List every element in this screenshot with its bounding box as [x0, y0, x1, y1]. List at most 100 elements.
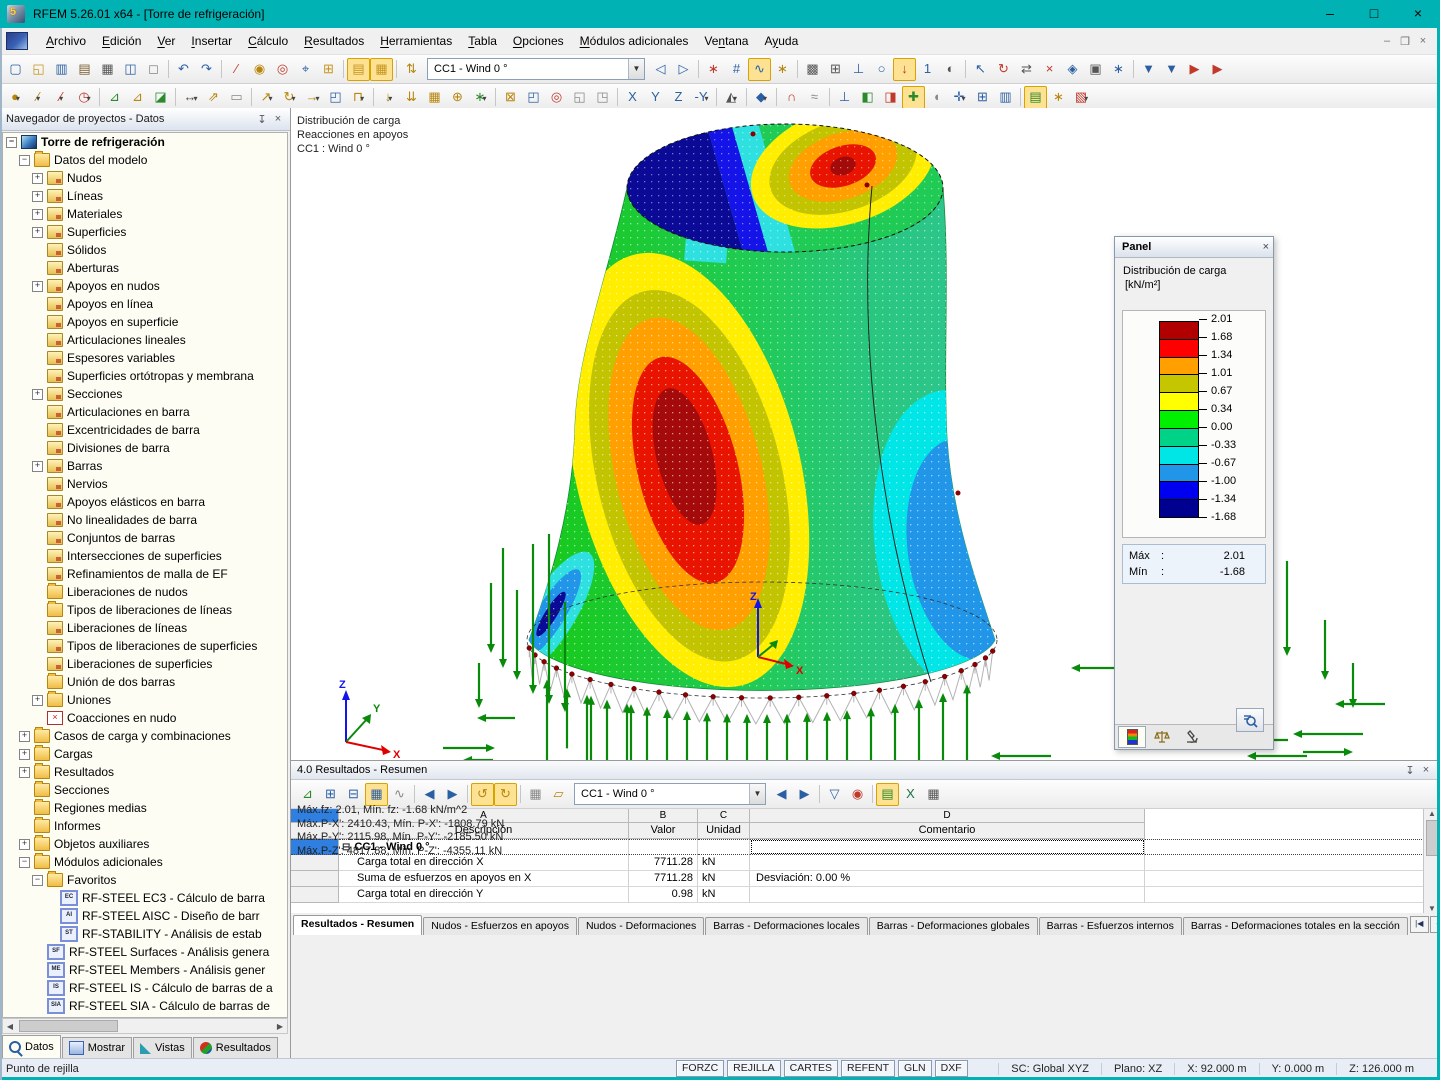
plane-colors-icon[interactable]: ◧ — [856, 86, 879, 109]
mesh-settings-icon[interactable]: ⊞ — [824, 58, 847, 81]
rendering-icon[interactable]: ◆▾ — [750, 86, 773, 109]
table-chart-icon[interactable]: ▦ — [365, 783, 388, 806]
tree-item[interactable]: Unión de dos barras — [3, 673, 287, 691]
expander-icon[interactable]: − — [32, 875, 43, 886]
expander-icon[interactable]: + — [19, 731, 30, 742]
expander-icon[interactable]: − — [19, 857, 30, 868]
tree-item[interactable]: Espesores variables — [3, 349, 287, 367]
view-z-icon[interactable]: Z — [667, 86, 690, 109]
status-toggle[interactable]: REFENT — [841, 1060, 895, 1077]
panel-tab-filter[interactable] — [1178, 726, 1206, 748]
tree-item[interactable]: + Resultados — [3, 763, 287, 781]
new-window-icon[interactable]: ⊞ — [317, 58, 340, 81]
tree-item[interactable]: Intersecciones de superficies — [3, 547, 287, 565]
status-toggle[interactable]: CARTES — [784, 1060, 838, 1077]
display-settings-icon[interactable]: ▣ — [1084, 58, 1107, 81]
zoom-out-icon[interactable]: ◎ — [545, 86, 568, 109]
tree-item[interactable]: Regiones medias — [3, 799, 287, 817]
tree-item[interactable]: + Superficies — [3, 223, 287, 241]
panel-tab-factors[interactable] — [1148, 726, 1176, 748]
tree-item[interactable]: SF RF-STEEL Surfaces - Análisis genera — [3, 943, 287, 961]
show-loads-icon[interactable]: ∗ — [702, 58, 725, 81]
expander-icon[interactable]: − — [6, 137, 17, 148]
view-y-icon[interactable]: Y — [644, 86, 667, 109]
scroll-down-icon[interactable]: ▼ — [1428, 904, 1436, 913]
jump-fwd-icon[interactable]: ↻ — [494, 783, 517, 806]
jump-back-icon[interactable]: ↺ — [471, 783, 494, 806]
menu-opciones[interactable]: Opciones — [505, 29, 572, 54]
menu-ver[interactable]: Ver — [149, 29, 183, 54]
next-loadcase-icon[interactable]: ▷ — [672, 58, 695, 81]
surface-new-icon[interactable]: ◪ — [149, 86, 172, 109]
scrollbar-thumb[interactable] — [19, 1020, 118, 1032]
table-layout-2-icon[interactable]: ▦ — [370, 58, 393, 81]
expander-icon[interactable]: + — [32, 227, 43, 238]
edit-line-icon[interactable]: ∕ — [225, 58, 248, 81]
table-tab[interactable]: Barras - Esfuerzos internos — [1039, 917, 1182, 935]
loads-display-icon[interactable]: ↓ — [893, 58, 916, 81]
expander-icon[interactable]: + — [32, 695, 43, 706]
zoom-dynamic-icon[interactable]: ◎ — [271, 58, 294, 81]
minimize-button[interactable]: – — [1308, 0, 1352, 28]
print-report-2-icon[interactable]: ▶ — [1206, 58, 1229, 81]
notes-icon[interactable]: ▱ — [547, 783, 570, 806]
table-add-icon[interactable]: ⊞ — [319, 783, 342, 806]
expander-icon[interactable]: − — [19, 155, 30, 166]
maximize-button[interactable]: □ — [1352, 0, 1396, 28]
member-new-icon[interactable]: ⊿ — [103, 86, 126, 109]
load-free-icon[interactable]: ⊕ — [446, 86, 469, 109]
close-button[interactable]: × — [1396, 0, 1440, 28]
display-props-icon[interactable]: ✚ — [902, 86, 925, 109]
navigator-tab[interactable]: Resultados — [193, 1037, 278, 1058]
close-icon[interactable]: × — [1418, 764, 1434, 776]
table-wave-icon[interactable]: ∿ — [388, 783, 411, 806]
tree-item[interactable]: − Datos del modelo — [3, 151, 287, 169]
node-new-icon[interactable]: ●▾ — [4, 86, 27, 109]
expander-icon[interactable]: + — [32, 173, 43, 184]
excel-export-icon[interactable]: X — [899, 783, 922, 806]
navigator-tab[interactable]: Vistas — [133, 1037, 192, 1058]
menu-ventana[interactable]: Ventana — [696, 29, 756, 54]
project-icon[interactable]: →▾ — [301, 86, 324, 109]
print-preview-icon[interactable]: ◻ — [142, 58, 165, 81]
result-values-icon[interactable]: ∗ — [771, 58, 794, 81]
fe-grid-icon[interactable]: ⊞ — [971, 86, 994, 109]
pin-icon[interactable]: ↧ — [254, 113, 270, 126]
menu-archivo[interactable]: Archivo — [38, 29, 94, 54]
select-frame-icon[interactable]: ▭ — [225, 86, 248, 109]
tree-item[interactable]: + Casos de carga y combinaciones — [3, 727, 287, 745]
results-deform-icon[interactable]: ∩ — [780, 86, 803, 109]
table-export-icon[interactable]: ⊿ — [296, 783, 319, 806]
tree-item[interactable]: IS RF-STEEL IS - Cálculo de barras de a — [3, 979, 287, 997]
prev-case-icon[interactable]: ◀ — [770, 783, 793, 806]
table-layout-icon[interactable]: ▤ — [347, 58, 370, 81]
model-colors-icon[interactable]: ◨ — [879, 86, 902, 109]
scroll-right-icon[interactable]: ▶ — [273, 1022, 287, 1031]
dimension-icon[interactable]: ↔▾ — [179, 86, 202, 109]
fe-mesh-icon[interactable]: ▩ — [801, 58, 824, 81]
table-tab[interactable]: Barras - Deformaciones totales en la sec… — [1183, 917, 1408, 935]
scroll-left-icon[interactable]: ◀ — [3, 1022, 17, 1031]
expander-icon[interactable]: + — [19, 749, 30, 760]
tree-item[interactable]: Liberaciones de superficies — [3, 655, 287, 673]
load-case-combo[interactable]: CC1 - Wind 0 ° ▼ — [427, 58, 645, 80]
axes-toggle-icon[interactable]: ✛▾ — [948, 86, 971, 109]
status-toggle[interactable]: GLN — [898, 1060, 932, 1077]
tree-item[interactable]: + Secciones — [3, 385, 287, 403]
delete-results-icon[interactable]: × — [1038, 58, 1061, 81]
column-letter[interactable]: B — [629, 809, 698, 823]
tree-item[interactable]: Liberaciones de nudos — [3, 583, 287, 601]
status-toggle[interactable]: DXF — [935, 1060, 968, 1077]
tree-item[interactable]: Excentricidades de barra — [3, 421, 287, 439]
load-generate-icon[interactable]: ∗▾ — [469, 86, 492, 109]
mirror-icon[interactable]: ⇄ — [1015, 58, 1038, 81]
line-new-icon[interactable]: ∕▾ — [27, 86, 50, 109]
tree-item[interactable]: Apoyos en línea — [3, 295, 287, 313]
view-wire-icon[interactable]: ◳ — [591, 86, 614, 109]
module-settings-icon[interactable]: ∗ — [1107, 58, 1130, 81]
supports-display-icon[interactable]: ⊥ — [847, 58, 870, 81]
tree-item[interactable]: ST RF-STABILITY - Análisis de estab — [3, 925, 287, 943]
expander-icon[interactable]: + — [32, 191, 43, 202]
result-grid-icon[interactable]: ▥ — [994, 86, 1017, 109]
col-prev-icon[interactable]: ◀ — [418, 783, 441, 806]
